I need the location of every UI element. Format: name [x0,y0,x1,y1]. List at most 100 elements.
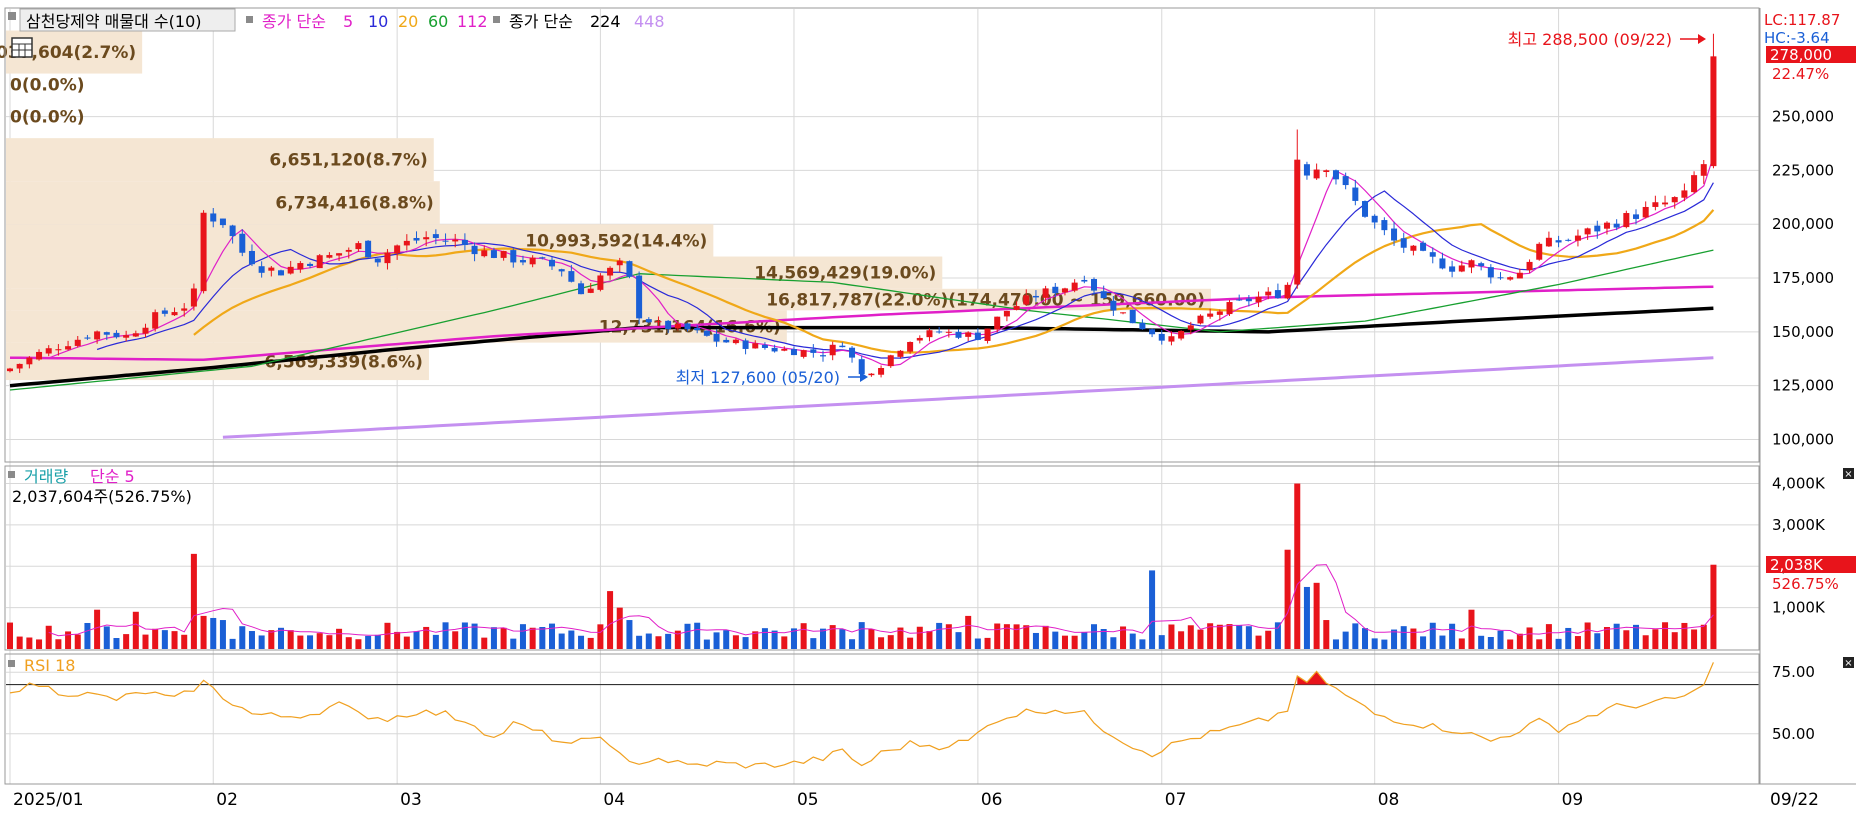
volume-bar[interactable] [1439,635,1446,649]
candle-body[interactable] [771,347,778,352]
volume-bar[interactable] [1362,628,1369,649]
candle-body[interactable] [519,260,526,263]
candle-body[interactable] [1526,261,1533,271]
candle-body[interactable] [926,330,933,338]
volume-bar[interactable] [1032,632,1039,649]
chart-title[interactable]: 삼천당제약 매물대 수(10) [26,12,202,31]
volume-bar[interactable] [965,615,972,649]
candle-body[interactable] [1274,290,1281,299]
candle-body[interactable] [1178,330,1185,339]
candle-body[interactable] [1381,220,1388,231]
volume-bar[interactable] [761,628,768,649]
volume-bar[interactable] [190,553,197,649]
candle-body[interactable] [665,320,672,330]
volume-bar[interactable] [16,636,23,649]
candle-body[interactable] [1313,169,1320,179]
volume-bar[interactable] [713,632,720,649]
candle-body[interactable] [1555,240,1562,243]
candle-body[interactable] [152,312,159,329]
volume-bar[interactable] [36,639,43,649]
candle-body[interactable] [1352,187,1359,201]
table-icon[interactable] [11,37,33,58]
volume-bar[interactable] [529,627,536,649]
volume-bar[interactable] [1613,623,1620,649]
candle-body[interactable] [936,331,943,333]
volume-bar[interactable] [1323,620,1330,649]
candle-body[interactable] [181,308,188,311]
volume-bar[interactable] [936,622,943,649]
candle-body[interactable] [1507,277,1514,280]
volume-bar[interactable] [1081,632,1088,649]
volume-bar[interactable] [1303,586,1310,649]
candle-body[interactable] [1516,272,1523,279]
candle-body[interactable] [94,331,101,340]
candle-body[interactable] [1671,197,1678,203]
volume-bar[interactable] [1468,609,1475,649]
candle-body[interactable] [287,266,294,274]
candle-body[interactable] [1371,215,1378,223]
candle-body[interactable] [1429,252,1436,257]
candle-body[interactable] [655,321,662,323]
candle-body[interactable] [403,240,410,246]
candle-body[interactable] [239,233,246,253]
candle-body[interactable] [539,257,546,259]
candle-body[interactable] [1023,295,1030,305]
candle-body[interactable] [219,218,226,226]
volume-bar[interactable] [1265,630,1272,649]
candle-body[interactable] [26,357,33,365]
volume-bar[interactable] [1381,639,1388,649]
candle-body[interactable] [1420,242,1427,251]
volume-bar[interactable] [432,634,439,649]
candle-body[interactable] [945,331,952,333]
candle-body[interactable] [713,333,720,342]
volume-bar[interactable] [307,635,314,649]
candle-body[interactable] [529,257,536,265]
volume-bar[interactable] [510,638,517,649]
volume-bar[interactable] [239,626,246,649]
candle-body[interactable] [326,255,333,258]
volume-bar[interactable] [771,630,778,649]
candle-body[interactable] [1584,228,1591,235]
candle-body[interactable] [490,250,497,258]
candle-body[interactable] [800,350,807,357]
candle-body[interactable] [384,252,391,264]
candle-body[interactable] [645,319,652,323]
volume-bar[interactable] [887,635,894,649]
volume-bar[interactable] [1545,624,1552,649]
candle-body[interactable] [74,339,81,346]
volume-bar[interactable] [732,635,739,649]
candle-body[interactable] [36,351,43,360]
volume-bar[interactable] [403,636,410,649]
candle-body[interactable] [1120,312,1127,314]
candle-body[interactable] [1207,313,1214,317]
volume-bar[interactable] [868,628,875,649]
volume-bar[interactable] [1226,624,1233,649]
candle-body[interactable] [6,368,14,372]
volume-bar[interactable] [1042,625,1049,649]
volume-bar[interactable] [1633,624,1640,649]
candle-body[interactable] [1603,222,1610,229]
volume-bar[interactable] [297,635,304,649]
candle-body[interactable] [761,344,768,348]
candle-body[interactable] [1362,201,1369,217]
volume-bar[interactable] [645,633,652,649]
candle-body[interactable] [742,340,749,349]
candle-body[interactable] [452,239,459,242]
volume-bar[interactable] [1652,629,1659,649]
candle-body[interactable] [45,348,52,354]
candle-body[interactable] [1216,311,1223,315]
candle-body[interactable] [1294,159,1301,285]
volume-bar[interactable] [55,639,62,649]
volume-bar[interactable] [132,611,139,649]
candle-body[interactable] [839,345,846,348]
volume-bar[interactable] [568,630,575,649]
volume-bar[interactable] [1313,582,1320,649]
candle-body[interactable] [781,349,788,351]
volume-bar[interactable] [994,623,1001,649]
candle-body[interactable] [413,237,420,241]
volume-bar[interactable] [1700,624,1707,649]
candle-body[interactable] [307,263,314,266]
volume-bar[interactable] [316,633,323,649]
candle-body[interactable] [1255,296,1262,303]
candle-body[interactable] [123,335,130,338]
